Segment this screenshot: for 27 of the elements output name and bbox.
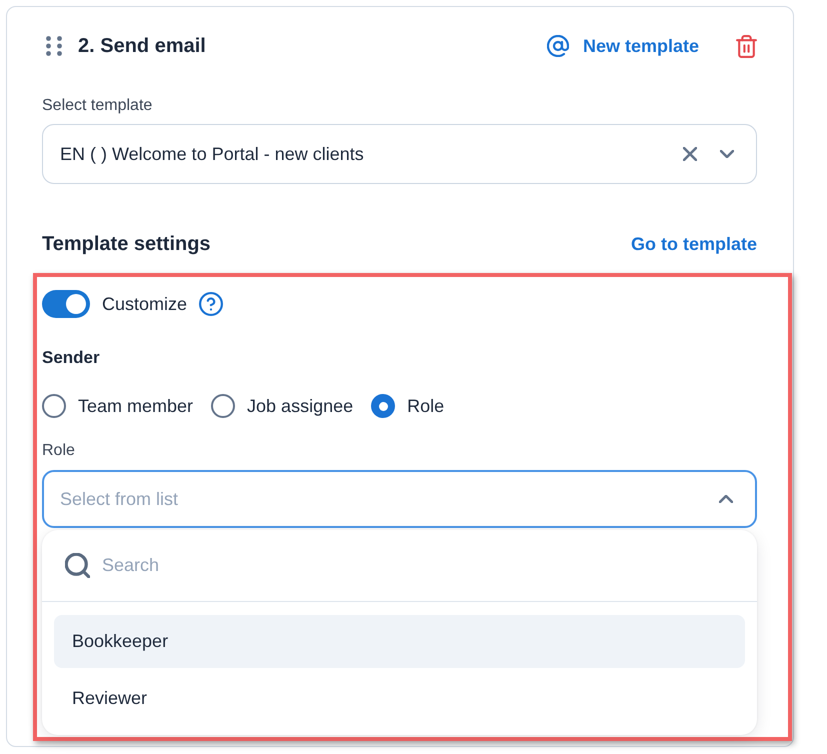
clear-icon[interactable] [683, 147, 697, 161]
radio-button[interactable] [42, 394, 66, 418]
search-field[interactable]: Search [102, 546, 735, 586]
step-title: 2. Send email [78, 34, 206, 58]
field-label: Role [42, 441, 75, 461]
radio-button[interactable] [371, 394, 396, 418]
template-select[interactable]: EN ( ) Welcome to Portal - new clients [42, 124, 757, 184]
menu-item[interactable]: Bookkeeper [54, 615, 745, 668]
section-title: Template settings [42, 232, 211, 256]
radio-label[interactable]: Job assignee [247, 396, 354, 416]
radio-label[interactable]: Team member [78, 396, 194, 416]
drag-handle-icon[interactable] [46, 36, 62, 56]
search-icon [65, 553, 90, 578]
trash-icon[interactable] [736, 34, 757, 58]
field-label: Select template [42, 96, 152, 116]
radio-label[interactable]: Role [407, 396, 444, 416]
help-icon[interactable] [199, 292, 224, 316]
radio-button[interactable] [211, 394, 236, 418]
new-template-button[interactable]: New template [546, 35, 699, 57]
chevron-up-icon [719, 495, 733, 503]
menu-item[interactable]: Reviewer [54, 672, 745, 725]
sender-heading: Sender [42, 347, 100, 369]
at-sign-icon [546, 35, 569, 57]
toggle-label: Customize [102, 294, 188, 314]
chevron-down-icon [720, 150, 734, 158]
customize-toggle[interactable] [42, 290, 90, 318]
go-to-template-link[interactable]: Go to template [630, 234, 757, 254]
